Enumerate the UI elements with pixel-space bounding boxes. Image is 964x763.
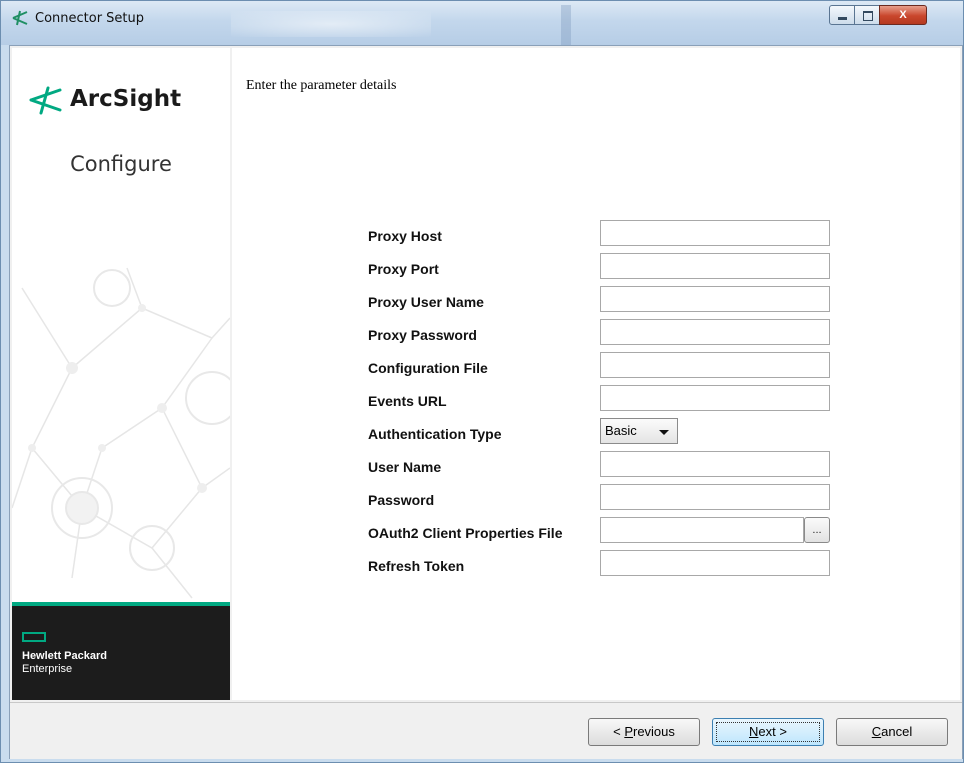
password-input[interactable]: [600, 484, 830, 510]
authentication-type-value: Basic: [605, 423, 637, 438]
proxy-port-label: Proxy Port: [368, 261, 439, 277]
events-url-input[interactable]: [600, 385, 830, 411]
parameter-panel: Enter the parameter details Proxy Host P…: [232, 48, 960, 700]
next-button[interactable]: Next >: [712, 718, 824, 746]
user-name-label: User Name: [368, 459, 442, 475]
hpe-logo-icon: [22, 632, 46, 642]
network-background-graphic: [12, 267, 230, 599]
previous-button[interactable]: < Previous: [588, 718, 700, 746]
title-strip: [561, 5, 571, 45]
proxy-user-name-label: Proxy User Name: [368, 294, 484, 310]
window-title: Connector Setup: [35, 11, 145, 26]
dropdown-arrow-icon: [659, 430, 669, 435]
maximize-icon: [863, 11, 873, 21]
oauth2-client-properties-file-input[interactable]: [600, 517, 804, 543]
cancel-button-text: ancel: [881, 724, 913, 739]
title-glow: [231, 11, 431, 37]
step-label: Configure: [70, 152, 172, 176]
proxy-user-name-input[interactable]: [600, 286, 830, 312]
instructions-text: Enter the parameter details: [246, 78, 397, 93]
title-bar[interactable]: Connector Setup X: [1, 1, 963, 45]
proxy-host-input[interactable]: [600, 220, 830, 246]
focus-rectangle: [716, 722, 820, 742]
refresh-token-label: Refresh Token: [368, 558, 465, 574]
minimize-button[interactable]: [829, 5, 855, 25]
proxy-port-input[interactable]: [600, 253, 830, 279]
button-bar: < Previous Next > Cancel: [10, 702, 962, 759]
minimize-icon: [838, 17, 847, 20]
previous-button-text: revious: [632, 724, 675, 739]
configuration-file-input[interactable]: [600, 352, 830, 378]
previous-button-mnemonic: P: [624, 724, 633, 739]
arcsight-app-icon: [11, 9, 29, 27]
refresh-token-input[interactable]: [600, 550, 830, 576]
dialog-client-area: ArcSight Configure Hewlett Packard Enter…: [9, 45, 963, 759]
oauth2-client-properties-file-label: OAuth2 Client Properties File: [368, 525, 563, 541]
proxy-password-input[interactable]: [600, 319, 830, 345]
cancel-button[interactable]: Cancel: [836, 718, 948, 746]
proxy-password-label: Proxy Password: [368, 327, 477, 343]
maximize-button[interactable]: [854, 5, 880, 25]
proxy-host-label: Proxy Host: [368, 228, 442, 244]
configuration-file-label: Configuration File: [368, 360, 488, 376]
close-button[interactable]: X: [879, 5, 927, 25]
cancel-button-mnemonic: C: [871, 724, 882, 739]
arcsight-logo-icon: [29, 86, 62, 115]
user-name-input[interactable]: [600, 451, 830, 477]
hpe-branding-panel: Hewlett Packard Enterprise: [12, 606, 230, 700]
sidebar: ArcSight Configure Hewlett Packard Enter…: [12, 48, 230, 700]
authentication-type-dropdown[interactable]: Basic: [600, 418, 678, 444]
arcsight-logo-text: ArcSight: [70, 86, 182, 112]
vendor-subname: Enterprise: [22, 663, 73, 675]
connector-setup-window: Connector Setup X ArcSight Configure Hew…: [0, 0, 964, 763]
events-url-label: Events URL: [368, 393, 447, 409]
vendor-name: Hewlett Packard: [22, 650, 107, 662]
browse-button[interactable]: ...: [804, 517, 830, 543]
previous-button-prefix: <: [613, 724, 625, 739]
authentication-type-label: Authentication Type: [368, 426, 502, 442]
password-label: Password: [368, 492, 435, 508]
